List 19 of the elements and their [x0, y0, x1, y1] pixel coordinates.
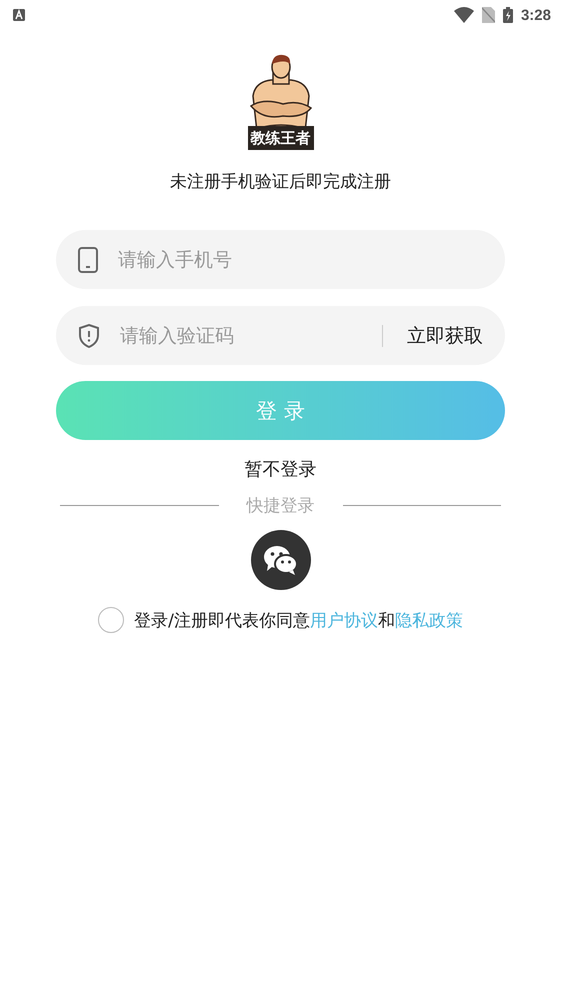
- logo-text: 教练王者: [248, 126, 314, 150]
- notification-icon: [13, 9, 25, 21]
- no-sim-icon: [482, 7, 495, 23]
- chat-bubbles-icon: [262, 545, 298, 575]
- agreement-text: 登录/注册即代表你同意用户协议和隐私政策: [134, 610, 463, 632]
- wifi-icon: [454, 7, 474, 23]
- phone-icon: [78, 246, 98, 272]
- phone-field[interactable]: 请输入手机号: [56, 230, 505, 289]
- agree-checkbox[interactable]: [98, 607, 124, 633]
- code-field[interactable]: 请输入验证码 立即获取: [56, 306, 505, 365]
- quick-login-label: 快捷登录: [246, 495, 314, 517]
- phone-input[interactable]: 请输入手机号: [116, 248, 483, 272]
- skip-login-link[interactable]: 暂不登录: [244, 457, 316, 481]
- clock-time: 3:28: [520, 6, 551, 24]
- get-code-button[interactable]: 立即获取: [407, 322, 483, 348]
- battery-charging-icon: [502, 7, 513, 23]
- subtitle: 未注册手机验证后即完成注册: [170, 171, 391, 193]
- code-input[interactable]: 请输入验证码: [118, 324, 364, 348]
- shield-icon: [78, 324, 100, 348]
